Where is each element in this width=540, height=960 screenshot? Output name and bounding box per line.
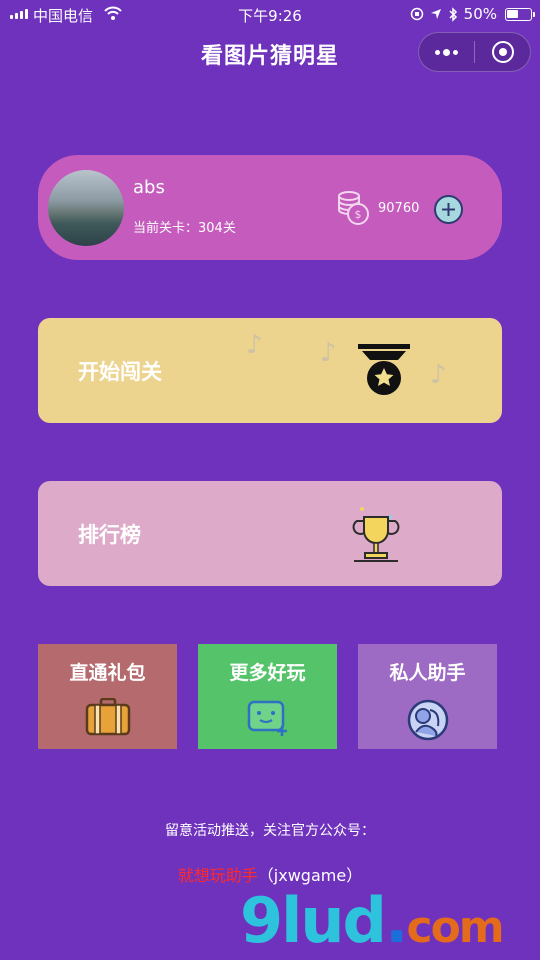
watermark-main: 9lud xyxy=(240,884,387,957)
miniprogram-capsule xyxy=(418,32,531,72)
add-icon xyxy=(442,203,455,216)
close-miniprogram-icon[interactable] xyxy=(475,33,530,71)
svg-text:$: $ xyxy=(355,208,362,221)
add-coins-button[interactable] xyxy=(434,195,463,224)
battery-percent: 50% xyxy=(463,5,497,23)
game-controller-icon xyxy=(247,700,287,736)
watermark: 9lud.com xyxy=(240,884,505,957)
more-games-tile[interactable]: 更多好玩 xyxy=(198,644,337,749)
personal-assistant-tile[interactable]: 私人助手 xyxy=(358,644,497,749)
helper-icon xyxy=(407,699,448,741)
watermark-com: com xyxy=(406,902,504,953)
suitcase-icon xyxy=(85,698,130,736)
watermark-dot: . xyxy=(384,884,409,957)
more-icon[interactable] xyxy=(419,33,474,71)
location-icon xyxy=(430,9,441,19)
trophy-icon xyxy=(352,507,400,562)
official-account-id: （jxwgame） xyxy=(257,866,363,885)
music-note-icon: ♪ xyxy=(320,338,337,368)
leaderboard-label: 排行榜 xyxy=(78,523,141,547)
leaderboard-button[interactable]: 排行榜 xyxy=(38,481,502,586)
music-note-icon: ♪ xyxy=(246,330,263,360)
profile-card: abs 当前关卡：304关 $ 90760 xyxy=(38,155,502,260)
username: abs xyxy=(133,177,165,198)
status-right: 50% xyxy=(410,5,535,23)
avatar[interactable] xyxy=(48,170,124,246)
current-level: 当前关卡：304关 xyxy=(133,221,236,236)
start-game-label: 开始闯关 xyxy=(78,360,162,384)
status-bar: 中国电信 下午9:26 50% xyxy=(0,0,540,30)
official-account-name[interactable]: 就想玩助手 xyxy=(178,866,258,885)
official-account-line: 就想玩助手（jxwgame） xyxy=(0,862,540,886)
medal-icon xyxy=(358,344,410,395)
more-games-label: 更多好玩 xyxy=(229,662,306,684)
start-game-button[interactable]: 开始闯关 ♪ ♪ ♪ xyxy=(38,318,502,423)
personal-assistant-label: 私人助手 xyxy=(389,662,466,684)
music-note-icon: ♪ xyxy=(430,360,447,390)
orientation-lock-icon xyxy=(410,7,423,21)
follow-notice: 留意活动推送，关注官方公众号： xyxy=(165,823,375,839)
gift-pack-label: 直通礼包 xyxy=(69,662,146,684)
bluetooth-icon xyxy=(449,6,457,22)
coin-stack-icon: $ xyxy=(338,191,369,225)
gift-pack-tile[interactable]: 直通礼包 xyxy=(38,644,177,749)
battery-icon xyxy=(505,7,535,21)
coin-count: 90760 xyxy=(378,201,420,216)
